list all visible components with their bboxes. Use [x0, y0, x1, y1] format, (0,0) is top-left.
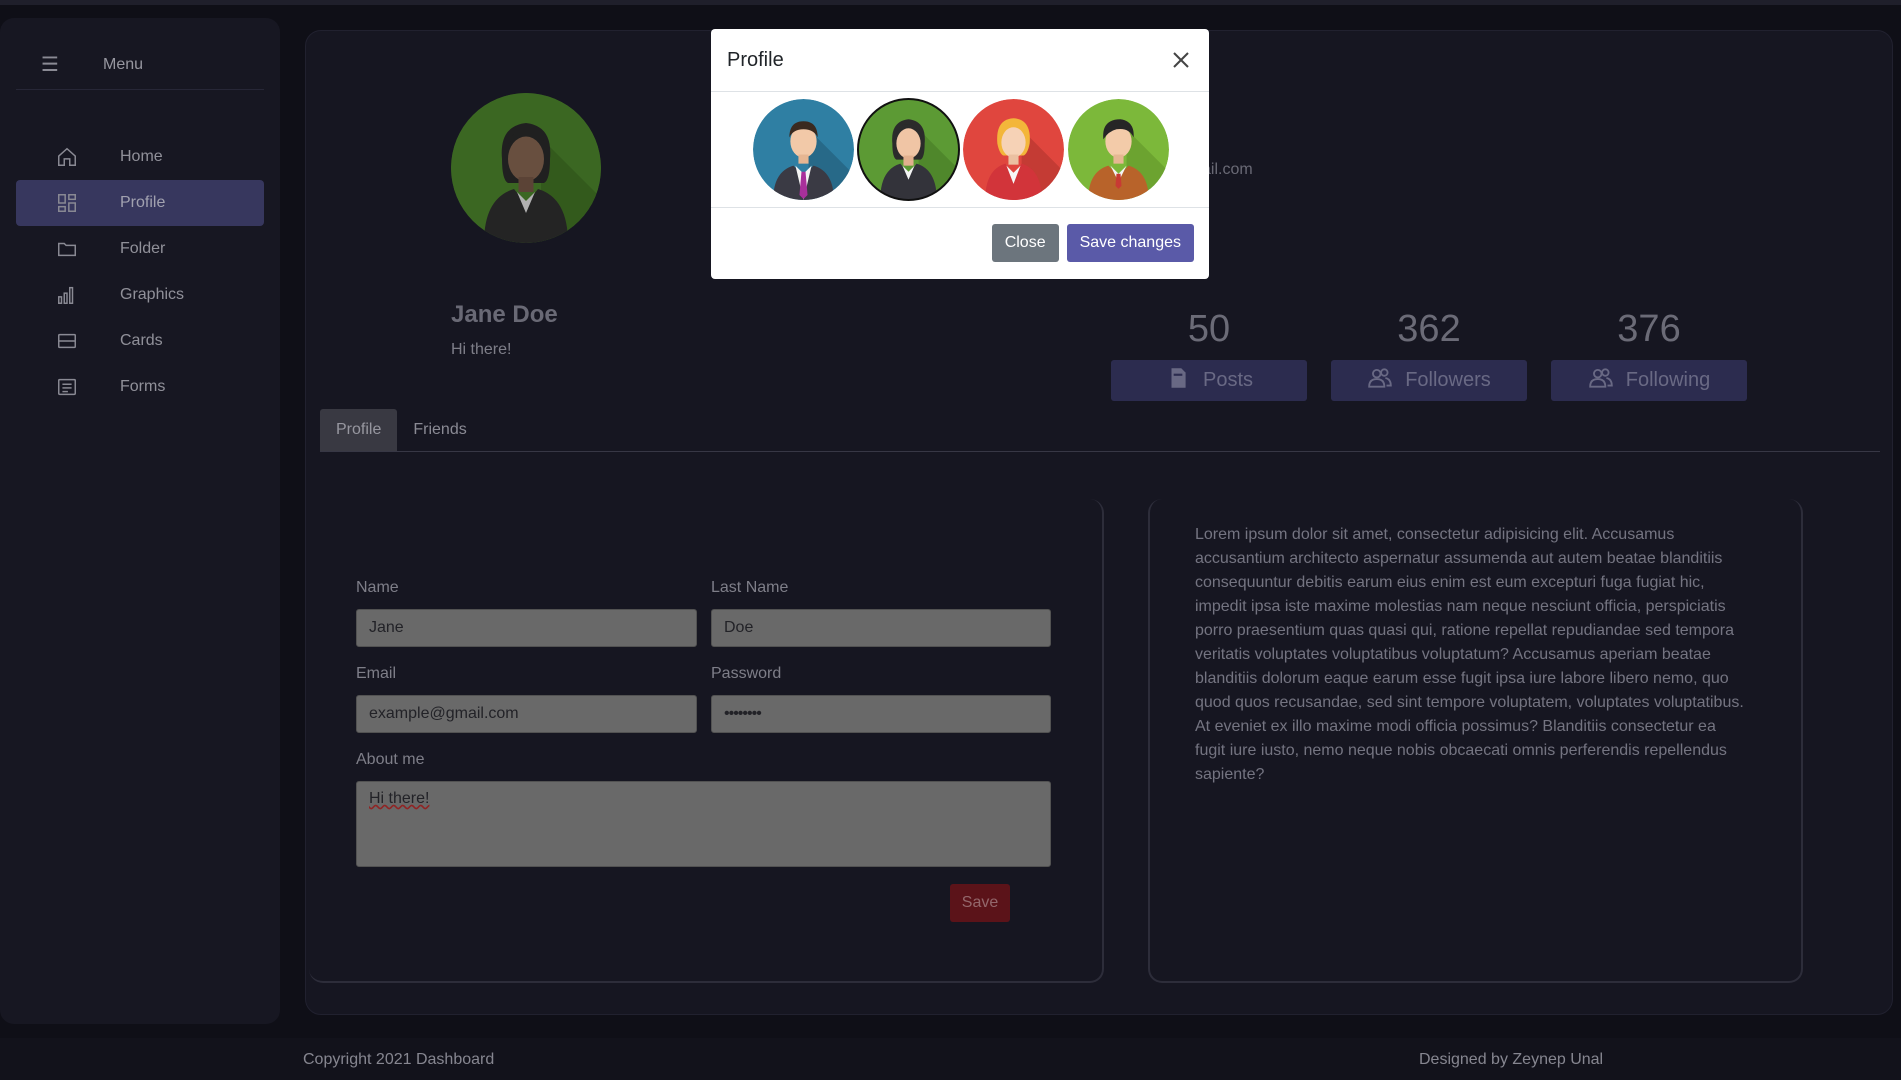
- blonde-woman-avatar[interactable]: [963, 99, 1064, 200]
- man-suit-avatar[interactable]: [753, 99, 854, 200]
- young-man-avatar[interactable]: [1068, 99, 1169, 200]
- close-button[interactable]: Close: [991, 224, 1059, 262]
- avatar-picker: [711, 92, 1209, 208]
- close-icon[interactable]: [1169, 48, 1193, 72]
- modal-footer: Close Save changes: [711, 208, 1209, 278]
- profile-avatar-modal: Profile Close Save changes: [711, 29, 1209, 279]
- modal-header: Profile: [711, 29, 1209, 92]
- modal-title: Profile: [727, 48, 784, 71]
- save-changes-button[interactable]: Save changes: [1066, 224, 1194, 262]
- woman-avatar[interactable]: [857, 98, 960, 201]
